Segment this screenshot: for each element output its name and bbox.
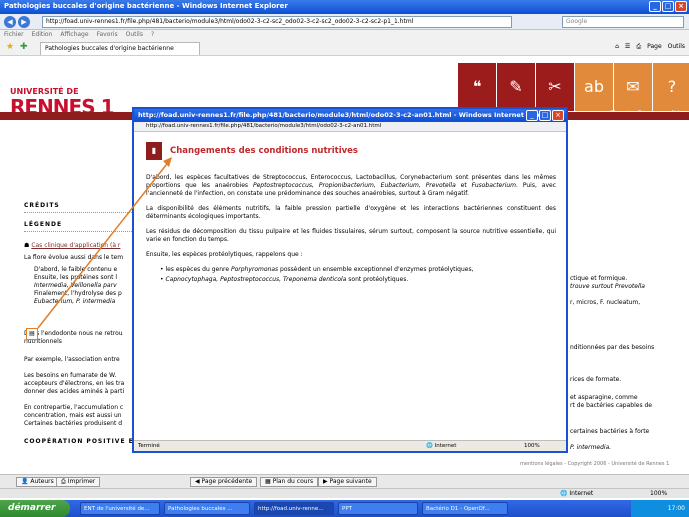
right-fragment: trouve surtout Prevotella bbox=[570, 283, 645, 290]
menu-item-help[interactable]: ? bbox=[151, 31, 154, 39]
favorites-star-icon[interactable]: ★ bbox=[6, 42, 14, 52]
popup-heading: Changements des conditions nutritives bbox=[170, 146, 358, 156]
ie-status-bar: 🌐 Internet 100% bbox=[0, 488, 689, 498]
menu-item-tools[interactable]: Outils bbox=[126, 31, 143, 39]
task-ppt[interactable]: PPT bbox=[338, 502, 418, 515]
right-fragment: P. intermedia. bbox=[570, 444, 612, 451]
start-button[interactable]: démarrer bbox=[0, 500, 70, 517]
favorites-bar: ★ ✚ Pathologies buccales d'origine bacté… bbox=[0, 40, 689, 56]
header-tiles: ❝ ✎ ✂ ab ✉ ? bbox=[458, 63, 689, 111]
print-button[interactable]: ⎙ Imprimer bbox=[56, 477, 101, 487]
right-fragment: rices de formate. bbox=[570, 376, 622, 383]
book-icon: ▮ bbox=[146, 142, 162, 160]
maximize-button[interactable]: □ bbox=[662, 1, 674, 12]
annex-icon[interactable]: ▤ bbox=[26, 328, 38, 340]
case-icon: ☗ bbox=[24, 242, 30, 249]
popup-zoom[interactable]: 100% bbox=[524, 443, 540, 449]
right-fragment: nditionnées par des besoins bbox=[570, 344, 655, 351]
legend-label[interactable]: LÉGENDE bbox=[24, 221, 134, 232]
task-openoffice[interactable]: Bactério D1 - OpenOf... bbox=[422, 502, 508, 515]
right-fragment: r, micros, F. nucleatum, bbox=[570, 299, 641, 306]
menu-item-view[interactable]: Affichage bbox=[60, 31, 88, 39]
add-favorite-icon[interactable]: ✚ bbox=[20, 42, 28, 52]
popup-paragraph-4: Ensuite, les espèces protéolytiques, rap… bbox=[146, 251, 303, 258]
course-plan-button[interactable]: ▦ Plan du cours bbox=[260, 477, 319, 487]
copyright-footer: mentions légales - Copyright 2006 - Univ… bbox=[520, 461, 670, 467]
tile-pen-icon: ✎ bbox=[497, 63, 535, 111]
case-study-link[interactable]: Cas clinique d'application (à r bbox=[31, 242, 120, 249]
popup-zone: 🌐 Internet bbox=[426, 443, 457, 449]
popup-titlebar: http://foad.univ-rennes1.fr/file.php/481… bbox=[134, 109, 566, 122]
previous-page-button[interactable]: ◀ Page précédente bbox=[190, 477, 258, 487]
tools-menu[interactable]: Outils bbox=[668, 43, 685, 51]
credits-label[interactable]: CRÉDITS bbox=[24, 202, 134, 213]
tab-current[interactable]: Pathologies buccales d'origine bactérien… bbox=[40, 42, 200, 55]
right-fragment: rt de bactéries capables de bbox=[570, 402, 652, 409]
tile-quote-icon: ❝ bbox=[458, 63, 496, 111]
popup-title: http://foad.univ-rennes1.fr/file.php/481… bbox=[138, 111, 547, 119]
right-fragment: certaines bactéries à forte bbox=[570, 428, 650, 435]
back-icon[interactable]: ◀ bbox=[4, 16, 16, 28]
tile-tools-icon: ✂ bbox=[536, 63, 574, 111]
popup-status-bar: Terminé 🌐 Internet 100% bbox=[134, 440, 566, 451]
popup-minimize-button[interactable]: _ bbox=[526, 110, 538, 121]
right-fragment: ctique et formique. bbox=[570, 275, 628, 282]
clock: 17:00 bbox=[667, 505, 685, 512]
popup-address: http://foad.univ-rennes1.fr/file.php/481… bbox=[134, 122, 566, 132]
resources-tile[interactable]: ✉ bbox=[614, 63, 652, 111]
window-title: Pathologies buccales d'origine bactérien… bbox=[4, 2, 288, 10]
zoom-label[interactable]: 100% bbox=[650, 490, 667, 497]
address-bar: ◀ ▶ http://foad.univ-rennes1.fr/file.php… bbox=[0, 14, 689, 30]
menu-item-file[interactable]: Fichier bbox=[4, 31, 24, 39]
feeds-icon[interactable]: ☰ bbox=[625, 43, 630, 51]
popup-window: http://foad.univ-rennes1.fr/file.php/481… bbox=[132, 107, 568, 453]
menu-item-edit[interactable]: Edition bbox=[32, 31, 53, 39]
task-ent[interactable]: ENT de l'université de... bbox=[80, 502, 160, 515]
zone-label: 🌐 Internet bbox=[560, 490, 594, 497]
print-icon[interactable]: ⎙ bbox=[636, 43, 641, 51]
task-popup[interactable]: http://foad.univ-renne... bbox=[254, 502, 334, 515]
system-tray: 17:00 bbox=[631, 500, 689, 517]
page-toolbar: 👤 Auteurs ⎙ Imprimer ◀ Page précédente ▦… bbox=[0, 474, 689, 488]
authors-button[interactable]: 👤 Auteurs bbox=[16, 477, 59, 487]
popup-paragraph-1: D'abord, les espèces facultatives de Str… bbox=[146, 174, 556, 197]
popup-close-button[interactable]: × bbox=[552, 110, 564, 121]
popup-paragraph-2: La disponibilité des éléments nutritifs,… bbox=[146, 205, 556, 220]
next-page-button[interactable]: ▶ Page suivante bbox=[318, 477, 377, 487]
minimize-button[interactable]: _ bbox=[649, 1, 661, 12]
close-button[interactable]: × bbox=[675, 1, 687, 12]
list-item: • les espèces du genre Porphyromonas pos… bbox=[160, 266, 474, 273]
task-pathologies[interactable]: Pathologies buccales ... bbox=[164, 502, 250, 515]
forward-icon[interactable]: ▶ bbox=[18, 16, 30, 28]
home-icon[interactable]: ⌂ bbox=[615, 43, 619, 51]
search-input[interactable]: Google bbox=[562, 16, 684, 28]
popup-maximize-button[interactable]: □ bbox=[539, 110, 551, 121]
help-tile[interactable]: ? bbox=[653, 63, 689, 111]
popup-status-text: Terminé bbox=[138, 443, 160, 449]
page-menu[interactable]: Page bbox=[647, 43, 662, 51]
glossary-tile[interactable]: ab bbox=[575, 63, 613, 111]
right-fragment: et asparagine, comme bbox=[570, 394, 638, 401]
list-item: • Capnocytophaga, Peptostreptococcus, Tr… bbox=[160, 276, 409, 283]
window-titlebar: Pathologies buccales d'origine bactérien… bbox=[0, 0, 689, 14]
menu-bar: Fichier Edition Affichage Favoris Outils… bbox=[0, 30, 689, 40]
address-input[interactable]: http://foad.univ-rennes1.fr/file.php/481… bbox=[42, 16, 512, 28]
taskbar: démarrer ENT de l'université de... Patho… bbox=[0, 500, 689, 517]
menu-item-favorites[interactable]: Favoris bbox=[97, 31, 118, 39]
popup-content: ▮ Changements des conditions nutritives … bbox=[134, 132, 566, 444]
popup-paragraph-3: Les résidus de décomposition du tissu pu… bbox=[146, 228, 556, 243]
